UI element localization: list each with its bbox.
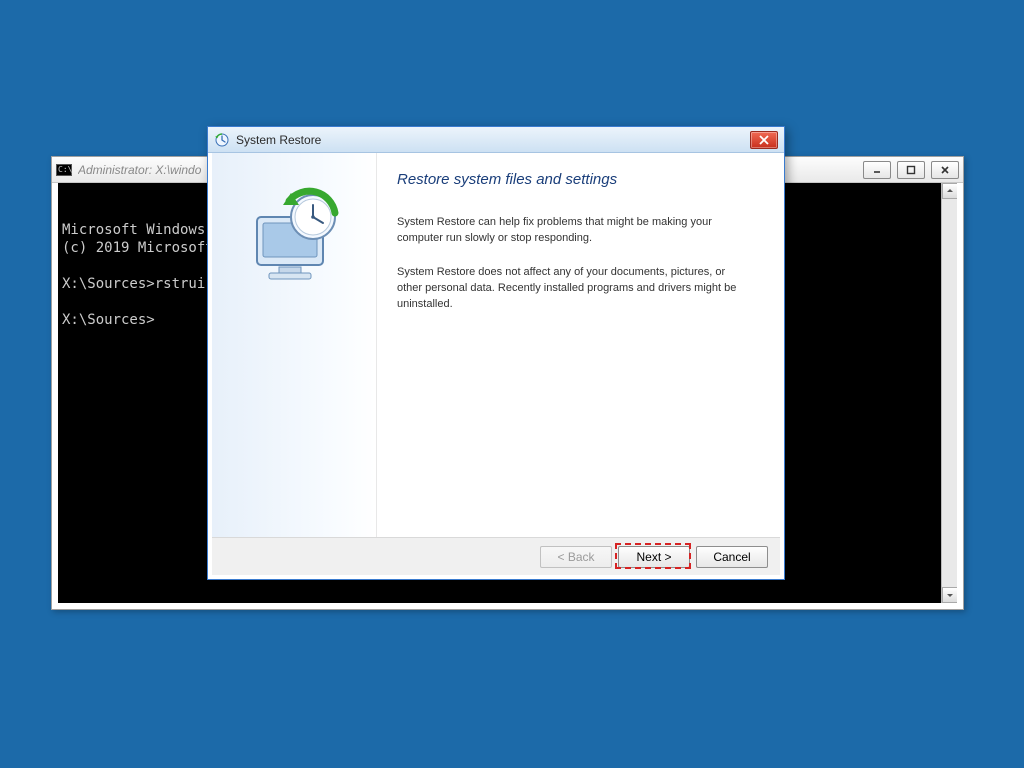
- close-button[interactable]: [750, 131, 778, 149]
- cmd-window-controls: [863, 161, 959, 179]
- wizard-content: Restore system files and settings System…: [377, 153, 780, 537]
- cmd-line: X:\Sources>rstrui.e: [62, 276, 222, 292]
- cmd-line: Microsoft Windows: [62, 222, 222, 238]
- minimize-button[interactable]: [863, 161, 891, 179]
- close-button[interactable]: [931, 161, 959, 179]
- wizard-title: System Restore: [236, 133, 750, 147]
- back-button: < Back: [540, 546, 612, 568]
- cmd-scrollbar[interactable]: [941, 183, 957, 603]
- maximize-button[interactable]: [897, 161, 925, 179]
- wizard-footer: < Back Next > Cancel: [212, 537, 780, 575]
- scroll-up-button[interactable]: [942, 183, 957, 199]
- cmd-line: X:\Sources>: [62, 312, 155, 328]
- system-restore-hero-icon: [239, 183, 349, 296]
- cmd-line: (c) 2019 Microsoft: [62, 240, 222, 256]
- system-restore-icon: [214, 132, 230, 148]
- cancel-button[interactable]: Cancel: [696, 546, 768, 568]
- cmd-icon: [56, 164, 72, 176]
- scroll-down-button[interactable]: [942, 587, 957, 603]
- wizard-body: Restore system files and settings System…: [212, 153, 780, 537]
- next-button[interactable]: Next >: [618, 546, 690, 568]
- wizard-titlebar[interactable]: System Restore: [208, 127, 784, 153]
- system-restore-window: System Restore: [207, 126, 785, 580]
- wizard-paragraph: System Restore can help fix problems tha…: [397, 214, 737, 246]
- wizard-side-panel: [212, 153, 377, 537]
- wizard-paragraph: System Restore does not affect any of yo…: [397, 264, 737, 312]
- wizard-heading: Restore system files and settings: [397, 171, 760, 188]
